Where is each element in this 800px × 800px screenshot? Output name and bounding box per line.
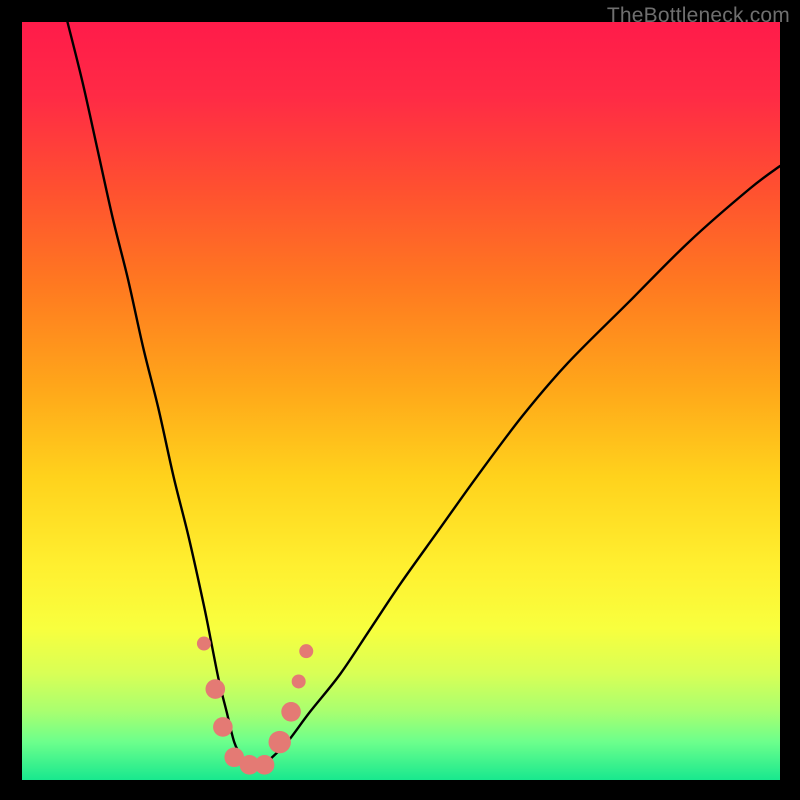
marker-point — [213, 717, 233, 737]
marker-point — [269, 731, 291, 753]
gradient-background — [22, 22, 780, 780]
chart-frame: TheBottleneck.com — [0, 0, 800, 800]
marker-point — [255, 755, 275, 775]
marker-point — [281, 702, 301, 722]
watermark-text: TheBottleneck.com — [607, 4, 790, 28]
marker-point — [197, 637, 211, 651]
marker-point — [205, 679, 225, 699]
chart-svg — [22, 22, 780, 780]
marker-point — [299, 644, 313, 658]
marker-point — [292, 674, 306, 688]
plot-area — [22, 22, 780, 780]
